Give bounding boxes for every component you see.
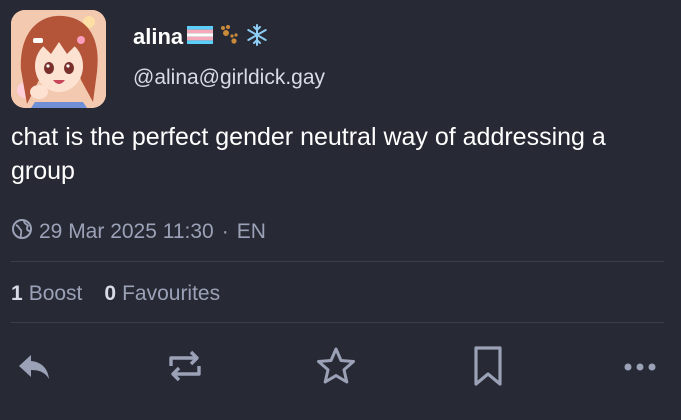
avatar[interactable] [11, 10, 106, 108]
boosts-label: Boost [28, 282, 83, 305]
favourites-label: Favourites [122, 282, 221, 305]
paw-prints-emoji [217, 24, 241, 51]
divider [11, 322, 664, 323]
favourite-button[interactable] [308, 340, 364, 396]
meta-separator: · [221, 220, 229, 243]
display-name-row[interactable]: alina [133, 22, 269, 52]
divider [11, 261, 664, 262]
reply-button[interactable] [6, 340, 62, 396]
favourites-stat[interactable]: 0 Favourites [104, 282, 220, 306]
action-bar [0, 340, 681, 396]
status-stats: 1 Boost 0 Favourites [11, 279, 242, 309]
bookmark-icon [471, 345, 505, 392]
reply-icon [17, 351, 51, 386]
favourite-icon [315, 345, 357, 392]
trans-flag-emoji [187, 25, 214, 49]
status-meta: 29 Mar 2025 11:30 · EN [11, 217, 266, 247]
status-content: chat is the perfect gender neutral way o… [11, 123, 606, 185]
boost-button[interactable] [157, 340, 213, 396]
anime-girl-avatar-icon [11, 10, 106, 108]
favourites-count: 0 [104, 282, 117, 305]
boost-icon [165, 346, 205, 391]
display-name[interactable]: alina [133, 24, 183, 50]
account-handle[interactable]: @alina@girldick.gay [133, 66, 325, 90]
more-icon [624, 359, 656, 377]
boosts-stat[interactable]: 1 Boost [11, 282, 82, 306]
boosts-count: 1 [11, 282, 23, 305]
globe-icon [11, 218, 33, 246]
bookmark-button[interactable] [460, 340, 516, 396]
status-card: alina @alina@girldick.gay chat is the pe… [0, 0, 681, 420]
status-date[interactable]: 29 Mar 2025 11:30 [39, 220, 214, 244]
more-button[interactable] [612, 340, 668, 396]
snowflake-emoji [245, 23, 269, 52]
status-language: EN [236, 220, 266, 243]
